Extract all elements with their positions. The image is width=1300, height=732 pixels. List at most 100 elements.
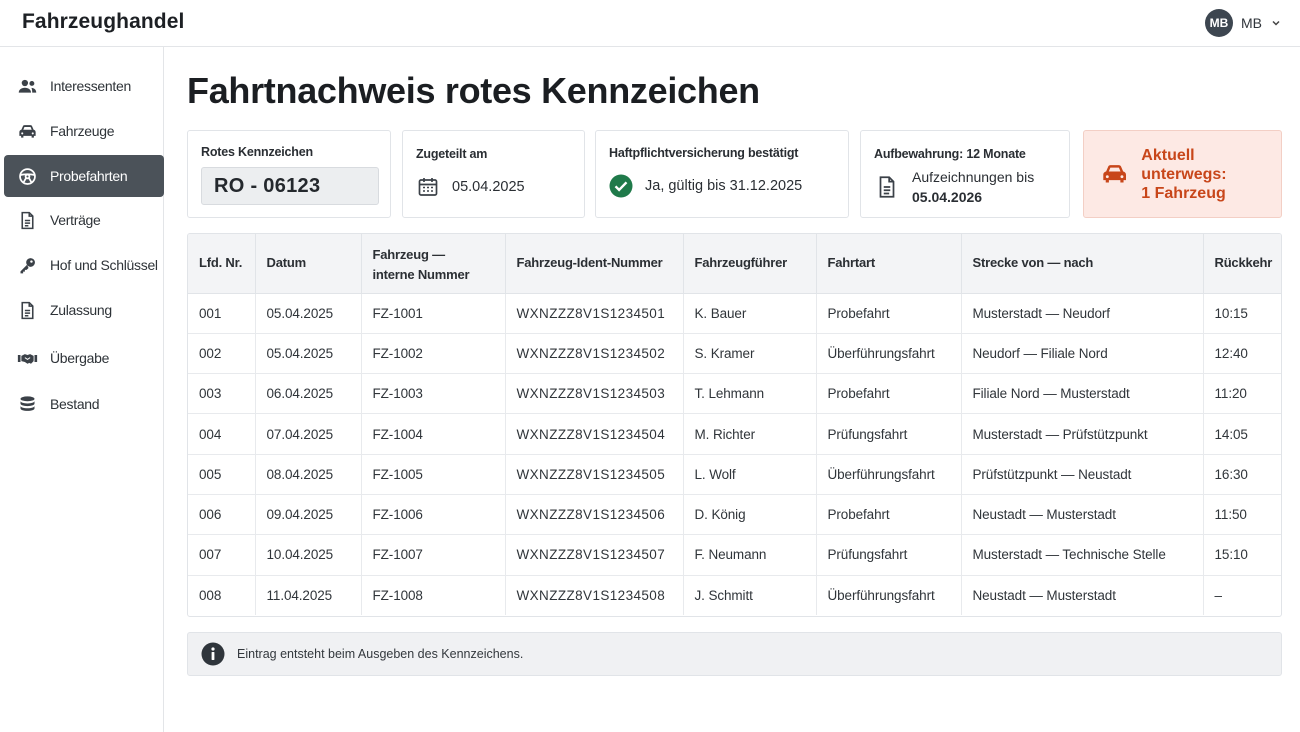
table-row[interactable]: 006 09.04.2025 FZ-1006 WXNZZZ8V1S1234506 D. … [188, 494, 1281, 536]
user-name[interactable]: MB [1241, 15, 1262, 31]
table-cell: Überführungsfahrt [816, 333, 962, 375]
info-icon [201, 642, 225, 666]
chevron-down-icon[interactable] [1270, 17, 1282, 29]
retention-card: Aufbewahrung: 12 Monate Aufzeichnungen b… [860, 130, 1070, 218]
sidebar-item-label: Übergabe [50, 350, 110, 366]
sidebar-item-probefahrten[interactable]: Probefahrten [4, 155, 164, 197]
table-cell: T. Lehmann [683, 373, 817, 415]
steering-wheel-icon [19, 167, 36, 185]
info-bar: Eintrag entsteht beim Ausgeben des Kennz… [187, 632, 1282, 676]
table-cell: WXNZZZ8V1S1234501 [505, 293, 684, 334]
assigned-label: Zugeteilt am [416, 147, 488, 161]
calendar-icon [418, 178, 438, 196]
table-cell: WXNZZZ8V1S1234506 [505, 494, 684, 536]
insurance-card: Haftpflichtversicherung bestätigt Ja, gü… [595, 130, 849, 218]
sidebar: Interessenten Fahrzeuge Probefahrten Ver… [0, 47, 164, 732]
table-cell: 12:40 [1203, 333, 1281, 375]
plate-card: Rotes Kennzeichen RO - 06123 [187, 130, 391, 218]
table-cell: 15:10 [1203, 534, 1281, 576]
user-menu[interactable]: MB MB [1205, 9, 1282, 37]
table-cell: 008 [188, 575, 256, 616]
table-cell: M. Richter [683, 413, 817, 455]
table-cell: 05.04.2025 [255, 333, 362, 375]
table-cell: 08.04.2025 [255, 454, 362, 495]
column-header[interactable]: Datum [255, 234, 362, 294]
table-cell: 06.04.2025 [255, 373, 362, 415]
alert-count: 1 Fahrzeug [1141, 184, 1226, 202]
page-title: Fahrtnachweis rotes Kennzeichen [187, 70, 760, 111]
column-header[interactable]: Fahrzeug-Ident-Nummer [505, 234, 684, 294]
table-row[interactable]: 007 10.04.2025 FZ-1007 WXNZZZ8V1S1234507 F. … [188, 534, 1281, 576]
table-cell: 004 [188, 413, 256, 455]
table-cell: 003 [188, 373, 256, 415]
info-text: Eintrag entsteht beim Ausgeben des Kennz… [237, 647, 524, 661]
table-row[interactable]: 004 07.04.2025 FZ-1004 WXNZZZ8V1S1234504 M. … [188, 413, 1281, 455]
sidebar-item-label: Fahrzeuge [50, 123, 115, 139]
sidebar-item-hof-und-schluessel[interactable]: Hof und Schlüssel [4, 244, 164, 286]
table-cell: Probefahrt [816, 293, 962, 334]
sidebar-item-vertraege[interactable]: Verträge [4, 199, 164, 241]
table-cell: Prüfungsfahrt [816, 413, 962, 455]
table-cell: FZ-1004 [361, 413, 506, 455]
sidebar-item-label: Hof und Schlüssel [50, 257, 158, 273]
column-header[interactable]: Fahrzeug — interne Nummer [361, 234, 506, 294]
top-bar: Fahrzeughandel MB MB [0, 0, 1300, 47]
table-cell: 005 [188, 454, 256, 495]
insurance-label: Haftpflichtversicherung bestätigt [609, 146, 799, 160]
sidebar-item-fahrzeuge[interactable]: Fahrzeuge [4, 110, 164, 152]
table-cell: 11:50 [1203, 494, 1281, 536]
sidebar-item-uebergabe[interactable]: Übergabe [4, 337, 164, 379]
table-cell: – [1214, 587, 1223, 603]
column-header-line: Fahrzeug — [372, 247, 446, 263]
column-header[interactable]: Fahrzeugführer [683, 234, 817, 294]
retention-label: Aufbewahrung: 12 Monate [874, 147, 1026, 161]
column-header[interactable]: Lfd. Nr. [188, 234, 256, 294]
sidebar-item-interessenten[interactable]: Interessenten [4, 65, 164, 107]
check-circle-icon [609, 174, 633, 198]
table-cell: 11:20 [1203, 373, 1281, 415]
table-cell: 10.04.2025 [255, 534, 362, 576]
sidebar-item-label: Probefahrten [50, 168, 128, 184]
column-header[interactable]: Fahrtart [816, 234, 962, 294]
table-cell: Überführungsfahrt [816, 575, 962, 616]
table-cell: J. Schmitt [683, 575, 817, 616]
assigned-row: 05.04.2025 [416, 175, 525, 199]
table-cell: Filiale Nord — Musterstadt [961, 373, 1204, 415]
retention-text: Aufzeichnungen bis [912, 169, 1035, 185]
table-row[interactable]: 008 11.04.2025 FZ-1008 WXNZZZ8V1S1234508 J. … [188, 575, 1281, 616]
table-cell: WXNZZZ8V1S1234507 [505, 534, 684, 576]
insurance-value: Ja, gültig bis 31.12.2025 [645, 178, 803, 194]
table-cell: WXNZZZ8V1S1234503 [505, 373, 684, 415]
table-cell: Prüfungsfahrt [816, 534, 962, 576]
column-header[interactable]: Strecke von — nach [961, 234, 1204, 294]
sidebar-item-label: Interessenten [50, 78, 131, 94]
table-cell: Musterstadt — Neudorf [961, 293, 1204, 334]
table-cell: Neudorf — Filiale Nord [961, 333, 1204, 375]
table-row[interactable]: 001 05.04.2025 FZ-1001 WXNZZZ8V1S1234501 K. … [188, 293, 1281, 334]
key-icon [20, 257, 35, 273]
app-title[interactable]: Fahrzeughandel [22, 10, 184, 34]
table-cell: F. Neumann [683, 534, 817, 576]
table-row[interactable]: 005 08.04.2025 FZ-1005 WXNZZZ8V1S1234505 L. … [188, 454, 1281, 495]
table-cell: D. König [683, 494, 817, 536]
table-cell: Neustadt — Musterstadt [961, 494, 1204, 536]
users-icon [18, 79, 37, 93]
retention-date: 05.04.2026 [912, 189, 983, 205]
table-header-row: Lfd. Nr. Datum Fahrzeug — interne Nummer… [188, 234, 1281, 294]
table-cell: Probefahrt [816, 494, 962, 536]
document-icon [879, 176, 895, 198]
sidebar-item-label: Bestand [50, 396, 100, 412]
column-header[interactable]: Rückkehr [1203, 234, 1281, 294]
trips-table: Lfd. Nr. Datum Fahrzeug — interne Nummer… [187, 233, 1282, 617]
table-cell: 006 [188, 494, 256, 536]
sidebar-item-zulassung[interactable]: Zulassung [4, 289, 164, 331]
sidebar-item-bestand[interactable]: Bestand [4, 383, 164, 425]
table-row[interactable]: 003 06.04.2025 FZ-1003 WXNZZZ8V1S1234503 T. … [188, 373, 1281, 415]
table-cell: WXNZZZ8V1S1234504 [505, 413, 684, 455]
table-cell: FZ-1002 [361, 333, 506, 375]
table-cell: FZ-1001 [361, 293, 506, 334]
table-row[interactable]: 002 05.04.2025 FZ-1002 WXNZZZ8V1S1234502 S. … [188, 333, 1281, 375]
plate-number: RO - 06123 [201, 167, 379, 205]
avatar[interactable]: MB [1205, 9, 1233, 37]
assigned-date: 05.04.2025 [452, 179, 525, 195]
